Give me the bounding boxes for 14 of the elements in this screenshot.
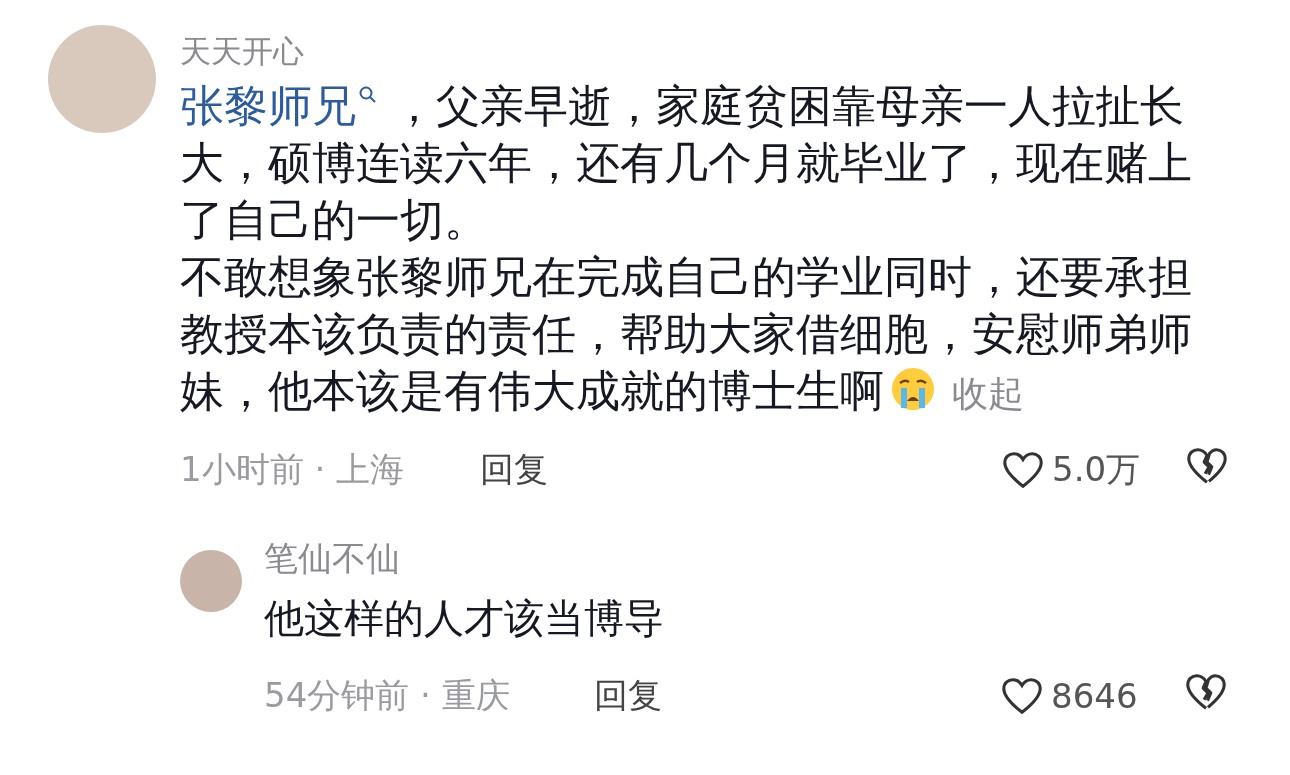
like-count: 8646 xyxy=(1051,676,1138,716)
like-count: 5.0万 xyxy=(1052,448,1141,491)
collapse-link[interactable]: 收起 xyxy=(952,373,1024,414)
mention-link[interactable]: 张黎师兄 xyxy=(180,80,378,131)
username[interactable]: 天天开心 xyxy=(180,25,1230,77)
time-location: 1小时前 · 上海 xyxy=(180,448,406,491)
reply-button[interactable]: 回复 xyxy=(480,447,548,493)
crying-face-icon xyxy=(890,366,936,412)
comment-text: 张黎师兄 ，父亲早逝，家庭贫困靠母亲一人拉扯长大，硕博连读六年，还有几个月就毕业了，现在赌上了自己的一切。 xyxy=(180,79,1193,247)
username[interactable]: 笔仙不仙 xyxy=(264,528,1229,588)
comment-text: 不敢想象张黎师兄在完成自己的学业同时，还要承担教授本该负责的责任，帮助大家借细胞，安慰师弟师妹，他本该是有伟大成就的博士生啊 收起 xyxy=(180,250,1193,418)
reply-button[interactable]: 回复 xyxy=(594,673,662,719)
time-location: 54分钟前 · 重庆 xyxy=(264,674,511,717)
reply-text: 他这样的人才该当博导 xyxy=(264,594,665,643)
